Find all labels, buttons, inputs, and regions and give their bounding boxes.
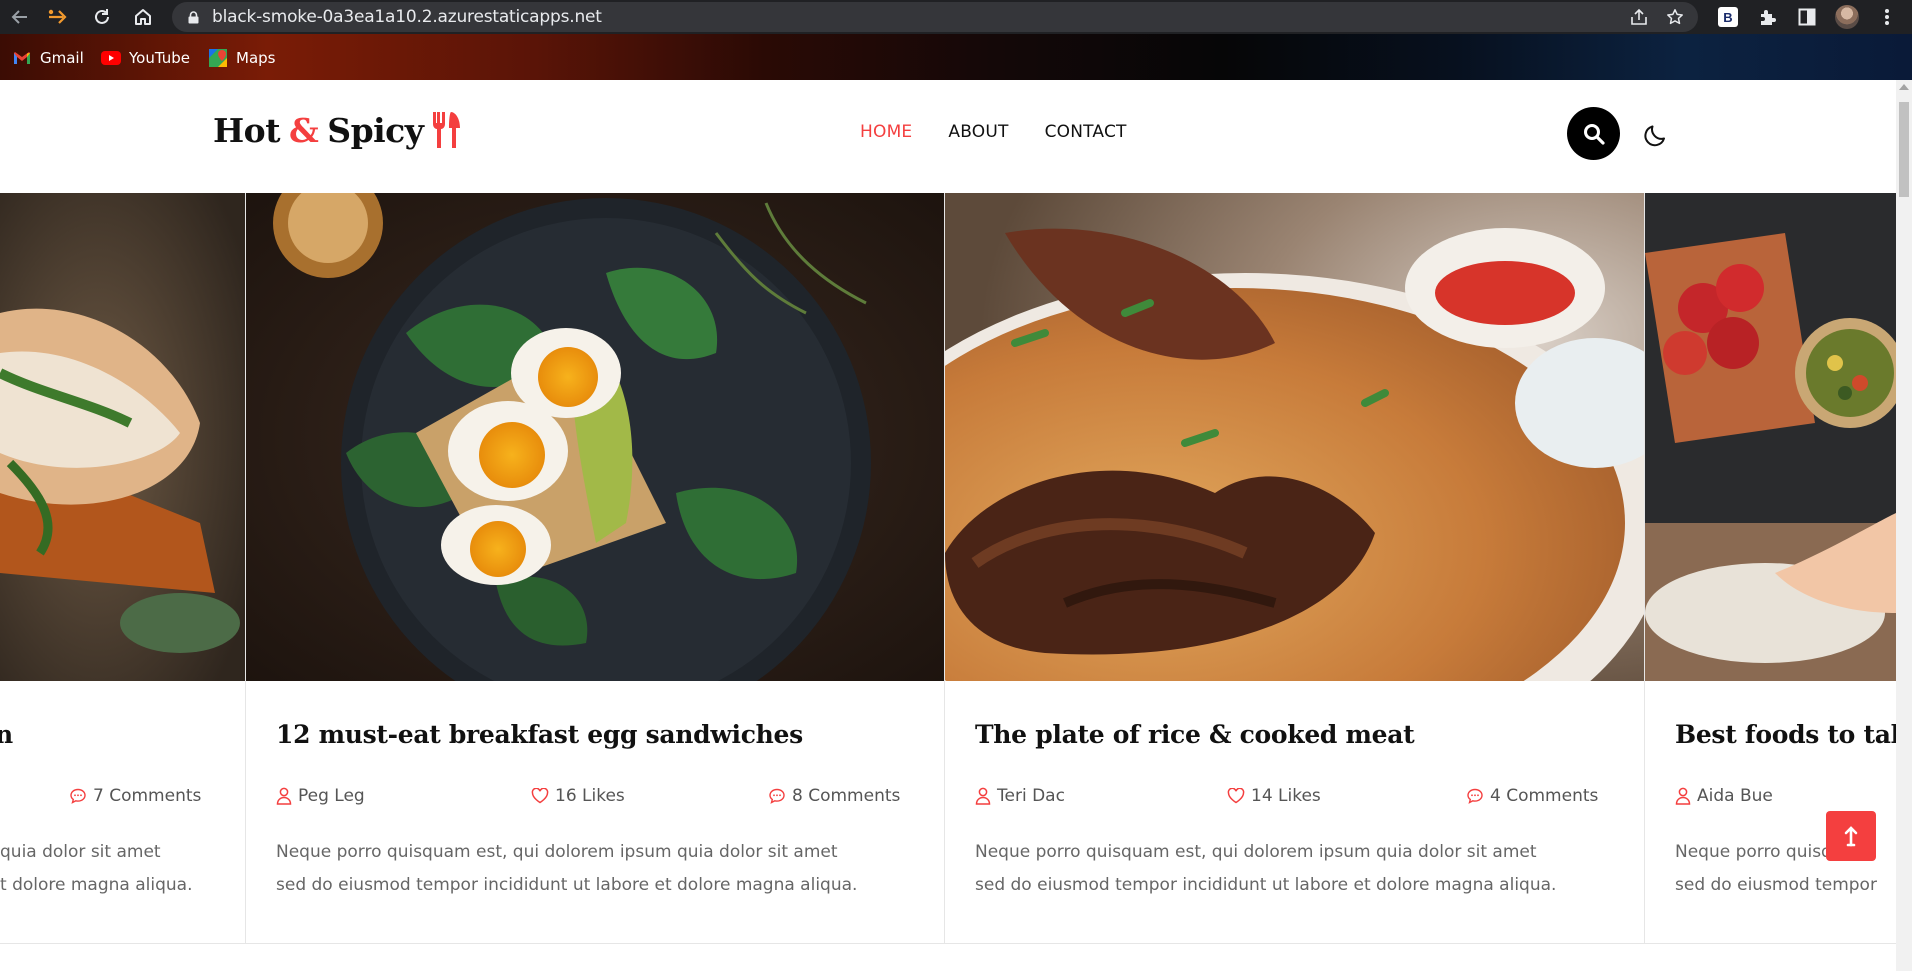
extension-badge: B	[1718, 7, 1738, 27]
heart-icon	[1227, 788, 1245, 804]
post-comments[interactable]: 8 Comments	[768, 786, 900, 806]
bookmark-star-icon[interactable]	[1665, 7, 1685, 27]
side-panel-icon[interactable]	[1795, 5, 1819, 29]
sandwich-photo	[0, 193, 245, 681]
browser-toolbar: black-smoke-0a3ea1a10.2.azurestaticapps.…	[0, 0, 1912, 34]
post-card[interactable]: n 7 Comments quia dolor sit amet t dolor…	[0, 193, 246, 943]
user-icon	[1675, 787, 1691, 805]
fork-knife-icon	[429, 110, 463, 150]
bookmark-label: YouTube	[129, 49, 190, 67]
post-title[interactable]: 12 must-eat breakfast egg sandwiches	[276, 720, 803, 749]
author-name: Peg Leg	[298, 786, 365, 806]
excerpt-line: sed do eiusmod tempor incididunt ut labo…	[276, 875, 858, 895]
chrome-menu-icon[interactable]	[1875, 5, 1899, 29]
profile-avatar-icon[interactable]	[1835, 5, 1859, 29]
bookmark-label: Gmail	[40, 49, 84, 67]
comments-count: 8 Comments	[792, 786, 901, 806]
site-header: Hot & Spicy HOME ABOUT CONTACT	[0, 80, 1896, 193]
bookmark-gmail[interactable]: Gmail	[12, 47, 84, 69]
lock-icon[interactable]	[188, 11, 199, 29]
bookmark-youtube[interactable]: YouTube	[101, 47, 190, 69]
bookmark-label: Maps	[236, 49, 276, 67]
post-title[interactable]: n	[0, 720, 13, 749]
home-icon[interactable]	[131, 5, 155, 29]
excerpt-line: sed do eiusmod tempor incididunt ut labo…	[975, 875, 1557, 895]
scrollbar-thumb[interactable]	[1899, 102, 1909, 197]
post-card[interactable]: The plate of rice & cooked meat Teri Dac…	[945, 193, 1645, 943]
forward-arrow-icon[interactable]	[46, 5, 70, 29]
egg-sandwich-photo	[246, 193, 944, 681]
extension-b-icon[interactable]: B	[1716, 5, 1740, 29]
post-author[interactable]: Teri Dac	[975, 786, 1065, 806]
user-icon	[975, 787, 991, 805]
post-excerpt: Neque porro quisquam est, qui dolorem ip…	[975, 836, 1615, 902]
share-icon[interactable]	[1629, 7, 1649, 27]
back-to-top-button[interactable]	[1826, 811, 1876, 861]
reload-icon[interactable]	[90, 5, 114, 29]
bookmark-maps[interactable]: Maps	[208, 47, 275, 69]
site-logo[interactable]: Hot & Spicy	[213, 110, 463, 150]
post-carousel: n 7 Comments quia dolor sit amet t dolor…	[0, 193, 1896, 971]
comment-icon	[1467, 788, 1483, 804]
author-name: Teri Dac	[997, 786, 1065, 806]
bookmarks-bar: Gmail YouTube Maps	[0, 34, 1912, 80]
address-bar[interactable]: black-smoke-0a3ea1a10.2.azurestaticapps.…	[172, 2, 1698, 32]
comments-count: 7 Comments	[93, 786, 202, 806]
maps-icon	[208, 49, 228, 67]
page-scrollbar[interactable]	[1896, 80, 1912, 971]
post-author[interactable]: Aida Bue	[1675, 786, 1773, 806]
nav-about[interactable]: ABOUT	[948, 122, 1008, 142]
user-icon	[276, 787, 292, 805]
page-viewport: Hot & Spicy HOME ABOUT CONTACT n 7 Comme…	[0, 80, 1896, 971]
logo-word-hot: Hot	[213, 110, 280, 150]
post-likes[interactable]: 16 Likes	[531, 786, 625, 806]
scroll-up-arrow-icon[interactable]	[1899, 84, 1909, 90]
fruit-table-photo	[1645, 193, 1896, 681]
logo-ampersand: &	[288, 110, 319, 150]
post-comments[interactable]: 4 Comments	[1466, 786, 1598, 806]
back-arrow-icon[interactable]	[8, 5, 32, 29]
excerpt-line: Neque porro quisquam est, qui dolorem ip…	[276, 842, 838, 862]
heart-icon	[531, 788, 549, 804]
post-excerpt: Neque porro quisquam est, qui dolorem ip…	[276, 836, 916, 902]
url-text[interactable]: black-smoke-0a3ea1a10.2.azurestaticapps.…	[212, 2, 602, 32]
theme-toggle-button[interactable]	[1643, 120, 1671, 148]
comments-count: 4 Comments	[1490, 786, 1599, 806]
search-icon	[1583, 123, 1605, 145]
post-title[interactable]: Best foods to take	[1675, 720, 1896, 749]
excerpt-line: Neque porro quisquam est, qui dolorem ip…	[975, 842, 1537, 862]
gmail-icon	[12, 50, 32, 66]
nav-contact[interactable]: CONTACT	[1045, 122, 1127, 142]
extensions-puzzle-icon[interactable]	[1756, 5, 1780, 29]
comment-icon	[70, 788, 86, 804]
main-nav: HOME ABOUT CONTACT	[860, 122, 1127, 142]
rice-meat-photo	[945, 193, 1644, 681]
excerpt-line: sed do eiusmod tempor	[1675, 875, 1877, 895]
post-title[interactable]: The plate of rice & cooked meat	[975, 720, 1415, 749]
post-comments[interactable]: 7 Comments	[69, 786, 201, 806]
logo-word-spicy: Spicy	[327, 110, 424, 150]
likes-count: 16 Likes	[555, 786, 625, 806]
moon-icon	[1644, 125, 1665, 147]
author-name: Aida Bue	[1697, 786, 1773, 806]
nav-home[interactable]: HOME	[860, 122, 912, 142]
arrow-up-icon	[1844, 826, 1858, 847]
section-divider	[0, 943, 1896, 944]
post-likes[interactable]: 14 Likes	[1227, 786, 1321, 806]
comment-icon	[769, 788, 785, 804]
post-author[interactable]: Peg Leg	[276, 786, 365, 806]
likes-count: 14 Likes	[1251, 786, 1321, 806]
post-card[interactable]: 12 must-eat breakfast egg sandwiches Peg…	[246, 193, 945, 943]
youtube-icon	[101, 50, 121, 66]
search-button[interactable]	[1567, 107, 1620, 160]
